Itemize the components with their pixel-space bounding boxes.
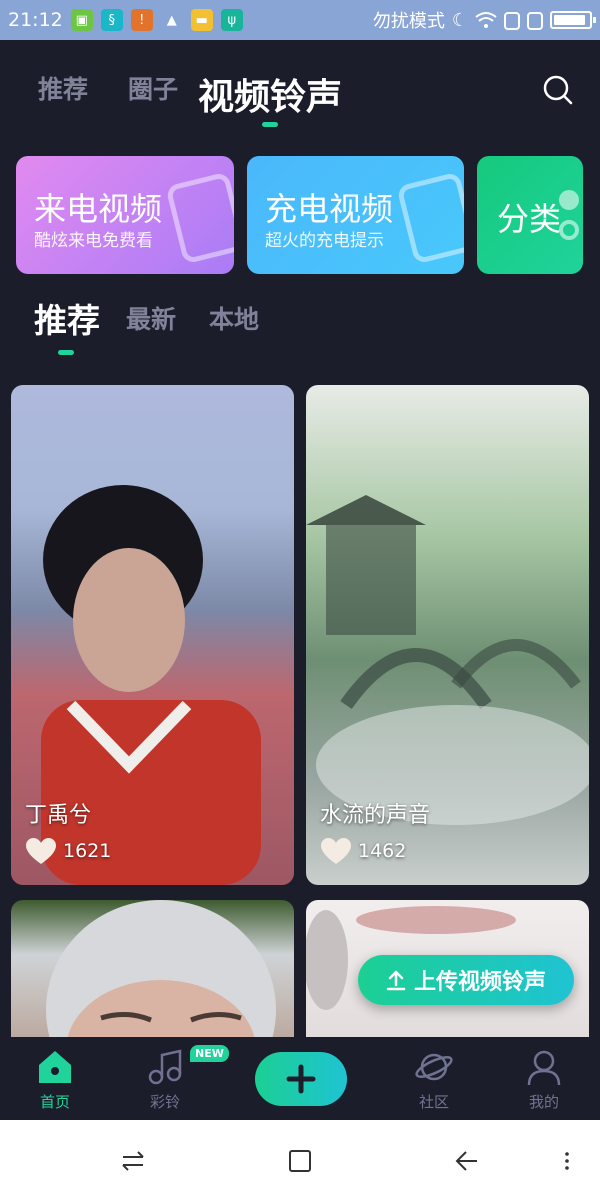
dnd-label: 勿扰模式	[372, 11, 445, 32]
search-icon[interactable]	[542, 74, 574, 106]
battery-level	[554, 15, 585, 25]
video-title: 丁禹兮	[25, 803, 92, 828]
nav-label: 彩铃	[149, 1093, 180, 1111]
signal-icon-2	[527, 12, 543, 30]
subtab-recommend[interactable]: 推荐	[34, 294, 100, 342]
nav-label: 首页	[39, 1093, 70, 1111]
nav-profile[interactable]: 我的	[509, 1047, 579, 1112]
switch-icon[interactable]	[118, 1146, 148, 1176]
video-thumbnail	[46, 900, 276, 1037]
create-button[interactable]	[255, 1052, 347, 1106]
back-icon[interactable]	[452, 1146, 482, 1176]
charging-video-card[interactable]: 充电视频 超火的充电提示	[247, 156, 464, 274]
usb-icon: ψ	[220, 9, 243, 31]
video-likes[interactable]: 1621	[25, 837, 111, 865]
heart-icon	[26, 838, 56, 864]
likes-count: 1621	[63, 840, 112, 862]
battery-icon	[396, 171, 464, 265]
subtab-indicator	[58, 350, 74, 355]
planet-icon	[415, 1053, 453, 1081]
video-card[interactable]: 丁禹兮 1621	[11, 385, 294, 885]
upload-icon	[386, 970, 406, 991]
incoming-call-video-card[interactable]: 来电视频 酷炫来电免费看	[16, 156, 234, 274]
nav-label: 社区	[418, 1093, 449, 1111]
status-bar: 21:12 ▣ § ! ▲ ▬ ψ 勿扰模式 ☾	[0, 0, 600, 40]
card-title: 分类	[497, 200, 562, 238]
tab-video-ringtone[interactable]: 视频铃声	[198, 68, 342, 120]
nav-home[interactable]: 首页	[20, 1047, 90, 1112]
card-title: 充电视频	[265, 190, 394, 228]
card-title: 来电视频	[34, 190, 163, 228]
category-card[interactable]: 分类	[477, 156, 583, 274]
menu-icon[interactable]	[552, 1146, 582, 1176]
top-nav: 推荐 圈子 视频铃声	[0, 40, 600, 140]
video-card[interactable]: 水流的声音 1462	[306, 385, 589, 885]
phone-icon	[165, 171, 234, 265]
profile-icon	[527, 1050, 561, 1086]
nav-label: 我的	[528, 1093, 559, 1111]
tab-circle[interactable]: 圈子	[128, 70, 178, 106]
app-notification-icon: ▣	[70, 9, 93, 31]
bottom-nav: 首页 彩铃 NEW 社区 我的	[0, 1037, 600, 1120]
status-time: 21:12	[8, 9, 63, 31]
heart-icon	[321, 838, 351, 864]
sync-notification-icon: §	[100, 9, 123, 31]
signal-icon	[504, 12, 520, 30]
video-likes[interactable]: 1462	[320, 837, 406, 865]
video-card[interactable]	[11, 900, 294, 1037]
folder-icon: ▬	[190, 9, 213, 31]
home-icon	[39, 1051, 71, 1083]
new-badge: NEW	[190, 1045, 229, 1062]
music-note-icon	[148, 1049, 182, 1085]
system-nav-bar	[0, 1120, 600, 1200]
card-subtitle: 酷炫来电免费看	[34, 231, 153, 251]
tab-recommend[interactable]: 推荐	[38, 70, 88, 106]
cleaner-icon: ▲	[166, 12, 177, 28]
subtab-latest[interactable]: 最新	[126, 300, 176, 336]
moon-icon: ☾	[451, 9, 468, 31]
video-title: 水流的声音	[320, 803, 431, 828]
likes-count: 1462	[358, 840, 407, 862]
plus-icon	[286, 1064, 316, 1094]
battery-icon	[550, 11, 596, 29]
recent-apps-icon[interactable]	[285, 1146, 315, 1176]
warning-icon: !	[130, 9, 153, 31]
top-tab-indicator	[262, 122, 278, 127]
subtab-local[interactable]: 本地	[209, 300, 259, 336]
upload-label: 上传视频铃声	[413, 970, 546, 995]
wifi-icon	[475, 12, 497, 28]
upload-video-ringtone-button[interactable]: 上传视频铃声	[358, 955, 574, 1005]
card-subtitle: 超火的充电提示	[265, 231, 384, 251]
nav-community[interactable]: 社区	[399, 1047, 469, 1112]
